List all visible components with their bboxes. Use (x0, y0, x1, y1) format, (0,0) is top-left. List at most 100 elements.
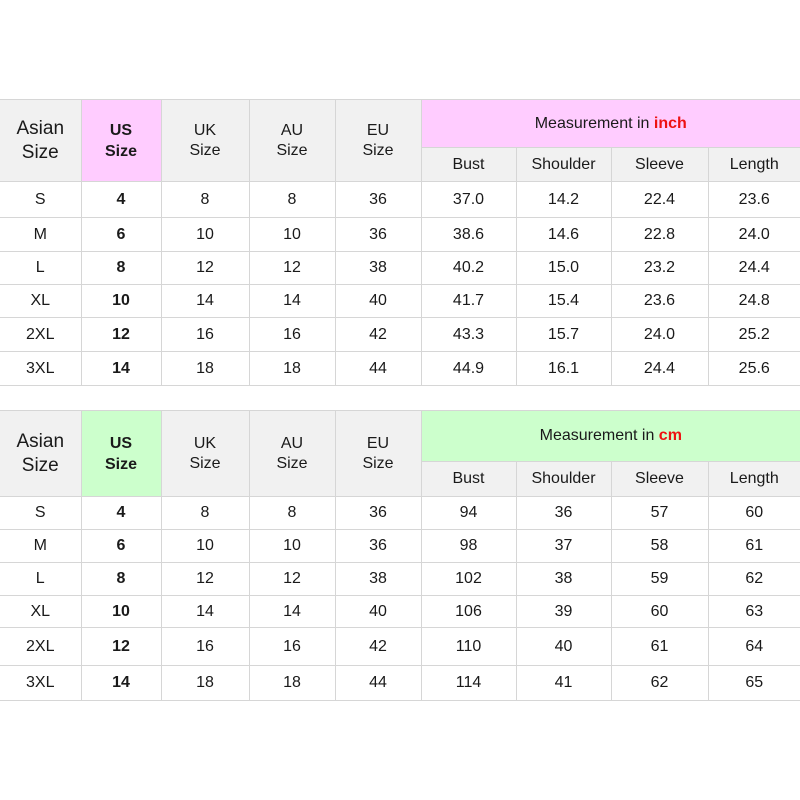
cell-length: 63 (707, 595, 800, 628)
cell-us: 8 (80, 562, 162, 596)
measurement-unit: inch (653, 114, 687, 132)
header-asian-line1: Asian (16, 117, 65, 139)
header-asian-line1: Asian (16, 430, 65, 452)
cell-au: 16 (248, 627, 336, 666)
cell-bust: 98 (420, 529, 517, 563)
cell-length: 60 (707, 496, 800, 530)
cell-us: 4 (80, 496, 162, 530)
cell-sleeve: 23.6 (610, 284, 709, 318)
cell-uk: 10 (160, 217, 250, 252)
cell-shoulder: 14.2 (515, 181, 612, 218)
cell-eu: 36 (334, 529, 422, 563)
cell-uk: 16 (160, 317, 250, 352)
header-length: Length (707, 147, 800, 182)
header-asian-size: Asian Size (0, 99, 82, 182)
cell-shoulder: 16.1 (515, 351, 612, 386)
table-row: 2XL 12 16 16 42 110 40 61 64 (0, 627, 800, 666)
cell-eu: 36 (334, 181, 422, 218)
cell-au: 18 (248, 665, 336, 701)
cell-eu: 42 (334, 317, 422, 352)
cell-sleeve: 22.4 (610, 181, 709, 218)
cell-length: 65 (707, 665, 800, 701)
cell-us: 6 (80, 217, 162, 252)
cell-au: 14 (248, 595, 336, 628)
header-eu-line2: Size (362, 141, 394, 159)
header-shoulder: Shoulder (515, 147, 612, 182)
cell-asian: 2XL (0, 317, 82, 352)
table-row: S 4 8 8 36 37.0 14.2 22.4 23.6 (0, 181, 800, 218)
cell-sleeve: 59 (610, 562, 709, 596)
header-us-line2: Size (104, 455, 137, 473)
cell-bust: 38.6 (420, 217, 517, 252)
header-measurement: Measurement in inch (420, 99, 800, 148)
cell-shoulder: 41 (515, 665, 612, 701)
header-eu-size: EU Size (334, 99, 422, 182)
size-chart-inch: Asian Size US Size UK Size AU Size EU Si… (0, 99, 800, 386)
cell-length: 62 (707, 562, 800, 596)
cell-au: 12 (248, 562, 336, 596)
cell-length: 24.0 (707, 217, 800, 252)
cell-eu: 44 (334, 351, 422, 386)
cell-uk: 16 (160, 627, 250, 666)
cell-shoulder: 40 (515, 627, 612, 666)
cell-sleeve: 58 (610, 529, 709, 563)
table-row: L 8 12 12 38 40.2 15.0 23.2 24.4 (0, 251, 800, 285)
table-row: M 6 10 10 36 98 37 58 61 (0, 529, 800, 563)
cell-us: 14 (80, 351, 162, 386)
table-row: L 8 12 12 38 102 38 59 62 (0, 562, 800, 596)
table-body-cm: S 4 8 8 36 94 36 57 60 M 6 10 10 36 98 37 58 61 L 8 12 12 38 10… (0, 496, 800, 701)
cell-us: 4 (80, 181, 162, 218)
header-row: Asian Size US Size UK Size AU Size EU Si… (0, 99, 800, 182)
header-au-size: AU Size (248, 410, 336, 497)
header-row: Asian Size US Size UK Size AU Size EU Si… (0, 410, 800, 497)
cell-length: 24.4 (707, 251, 800, 285)
cell-bust: 44.9 (420, 351, 517, 386)
header-asian-line2: Size (21, 454, 59, 476)
cell-sleeve: 62 (610, 665, 709, 701)
header-us-line1: US (109, 434, 133, 452)
cell-bust: 40.2 (420, 251, 517, 285)
header-sleeve: Sleeve (610, 461, 709, 497)
cell-sleeve: 24.4 (610, 351, 709, 386)
cell-us: 10 (80, 284, 162, 318)
header-sleeve: Sleeve (610, 147, 709, 182)
cell-sleeve: 22.8 (610, 217, 709, 252)
table-body-inch: S 4 8 8 36 37.0 14.2 22.4 23.6 M 6 10 10 36 38.6 14.6 22… (0, 181, 800, 386)
cell-eu: 36 (334, 496, 422, 530)
cell-length: 25.6 (707, 351, 800, 386)
cell-us: 8 (80, 251, 162, 285)
header-bust: Bust (421, 147, 517, 182)
cell-au: 10 (248, 529, 336, 563)
header-us-size: US Size (80, 99, 162, 182)
header-uk-line2: Size (189, 454, 221, 472)
cell-asian: L (0, 251, 82, 285)
cell-uk: 12 (160, 562, 250, 596)
header-eu-line2: Size (362, 454, 394, 472)
cell-eu: 38 (334, 251, 422, 285)
cell-us: 12 (80, 317, 162, 352)
size-table-cm: Asian Size US Size UK Size AU Size EU Si… (0, 410, 800, 701)
cell-shoulder: 38 (515, 562, 612, 596)
cell-au: 8 (248, 181, 336, 218)
cell-asian: 2XL (0, 627, 82, 666)
cell-bust: 114 (420, 665, 517, 701)
size-table-inch: Asian Size US Size UK Size AU Size EU Si… (0, 99, 800, 386)
size-chart-cm: Asian Size US Size UK Size AU Size EU Si… (0, 410, 800, 701)
cell-length: 24.8 (707, 284, 800, 318)
cell-bust: 94 (420, 496, 517, 530)
cell-asian: M (0, 529, 82, 563)
header-au-line1: AU (280, 434, 304, 452)
header-us-line1: US (109, 121, 133, 139)
cell-us: 14 (80, 665, 162, 701)
header-uk-line1: UK (193, 121, 217, 139)
cell-shoulder: 36 (515, 496, 612, 530)
cell-uk: 8 (160, 496, 250, 530)
cell-shoulder: 15.0 (515, 251, 612, 285)
table-row: 3XL 14 18 18 44 114 41 62 65 (0, 665, 800, 701)
cell-sleeve: 57 (610, 496, 709, 530)
cell-asian: S (0, 496, 82, 530)
cell-bust: 102 (420, 562, 517, 596)
cell-uk: 18 (160, 351, 250, 386)
cell-length: 61 (707, 529, 800, 563)
cell-au: 16 (248, 317, 336, 352)
